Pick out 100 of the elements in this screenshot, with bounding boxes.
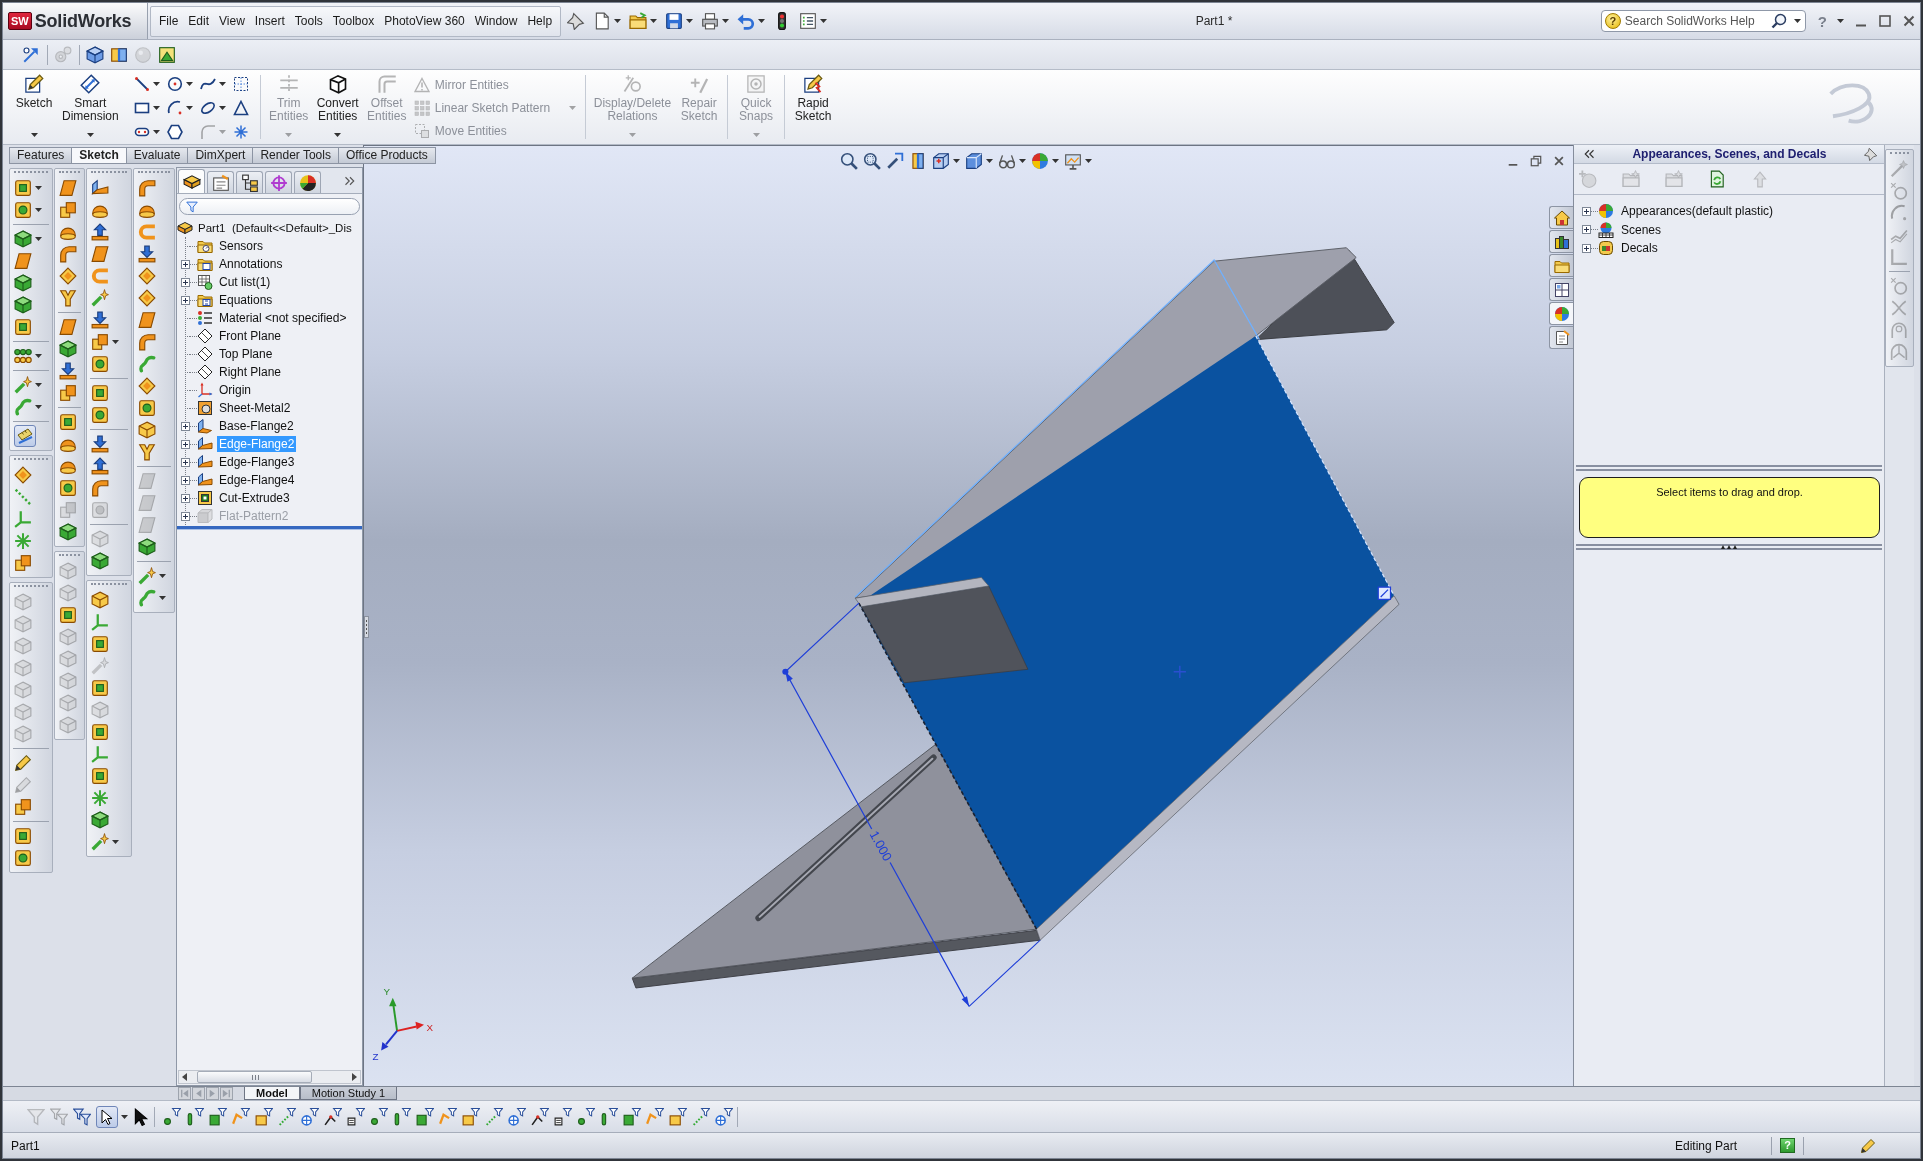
tree-item[interactable]: Base-Flange2 — [217, 418, 296, 434]
caret-icon[interactable] — [35, 354, 42, 358]
tree-item[interactable]: Scenes — [1619, 221, 1664, 238]
stacked-blocks-icon[interactable] — [14, 554, 32, 572]
bend-icon[interactable] — [138, 333, 156, 351]
tree-item[interactable]: Top Plane — [217, 346, 275, 362]
command-button[interactable]: Sketch — [11, 72, 57, 140]
caret-icon[interactable] — [112, 340, 119, 344]
pushpin-icon[interactable] — [567, 12, 586, 30]
double-chevron-right-icon[interactable] — [344, 174, 356, 187]
prism-icon[interactable] — [14, 230, 32, 248]
splitter-handle-icon[interactable] — [364, 616, 369, 638]
caret-icon[interactable] — [758, 19, 766, 23]
tree-item[interactable]: Origin — [217, 382, 253, 398]
sparkle-icon[interactable] — [91, 833, 109, 851]
menu-item[interactable]: PhotoView 360 — [379, 11, 470, 31]
menu-item[interactable]: Help — [522, 11, 558, 31]
pointer-icon[interactable] — [132, 1107, 150, 1126]
panel-tab[interactable] — [178, 169, 205, 193]
section-view-icon[interactable] — [110, 45, 128, 64]
command-tab[interactable]: DimXpert — [187, 147, 254, 164]
pencil-icon[interactable] — [1860, 1137, 1876, 1154]
caret-icon[interactable] — [35, 186, 42, 190]
feature-block-icon[interactable] — [91, 679, 109, 697]
task-pane-tab[interactable] — [1549, 206, 1573, 229]
feature-block-icon[interactable] — [91, 635, 109, 653]
horizontal-scrollbar[interactable] — [178, 1070, 361, 1084]
axes-icon[interactable] — [91, 613, 109, 631]
command-tab[interactable]: Office Products — [337, 147, 436, 164]
expand-icon[interactable] — [181, 295, 190, 305]
close-icon[interactable] — [1553, 155, 1565, 167]
caret-icon[interactable] — [650, 19, 658, 23]
feature-block-icon[interactable] — [14, 827, 32, 845]
selection-filter-icon[interactable] — [370, 1107, 388, 1126]
tree-item[interactable]: Equations — [217, 292, 275, 308]
diamond-icon[interactable] — [138, 377, 156, 395]
sparkle-icon[interactable] — [138, 567, 156, 585]
undo-icon[interactable] — [737, 12, 756, 30]
zoom-icon[interactable] — [840, 152, 858, 170]
stacked-blocks-icon[interactable] — [59, 201, 77, 219]
prism-icon[interactable] — [59, 523, 77, 541]
feature-block-icon[interactable] — [59, 606, 77, 624]
expand-icon[interactable] — [181, 259, 190, 269]
scrollbar-thumb[interactable] — [197, 1071, 312, 1083]
selection-filter-icon[interactable] — [462, 1107, 480, 1126]
toolbar-grip[interactable] — [1890, 152, 1909, 157]
menu-item[interactable]: Edit — [183, 11, 215, 31]
feature-block-icon[interactable] — [91, 767, 109, 785]
filter-field[interactable] — [179, 198, 360, 215]
stacked-blocks-icon[interactable] — [59, 384, 77, 402]
toolbar-grip[interactable] — [59, 554, 80, 559]
expand-icon[interactable] — [181, 457, 190, 467]
tree-item[interactable]: Cut-Extrude3 — [217, 490, 292, 506]
ring-icon[interactable] — [14, 201, 32, 219]
tree-item[interactable]: Part1 (Default<<Default>_Dis — [197, 220, 353, 236]
up-arrow-icon[interactable] — [91, 457, 109, 475]
feature-block-icon[interactable] — [91, 384, 109, 402]
up-arrow-icon[interactable] — [91, 223, 109, 241]
tree-item[interactable]: Front Plane — [217, 328, 284, 344]
task-pane-tab[interactable] — [1549, 278, 1573, 301]
command-tab[interactable]: Render Tools — [252, 147, 339, 164]
search-icon[interactable] — [1770, 13, 1787, 29]
splitter-grip-icon[interactable] — [1721, 545, 1737, 549]
caret-icon[interactable] — [185, 105, 193, 110]
triangle-icon[interactable] — [232, 99, 249, 116]
ring-icon[interactable] — [59, 479, 77, 497]
selection-filter-icon[interactable] — [416, 1107, 434, 1126]
expand-icon[interactable] — [1582, 243, 1591, 253]
menu-item[interactable]: Toolbox — [327, 11, 380, 31]
cube-icon[interactable] — [91, 591, 109, 609]
new-document-icon[interactable] — [593, 12, 612, 30]
diamond-icon[interactable] — [59, 267, 77, 285]
color-ball-icon[interactable] — [1031, 152, 1049, 170]
ring-icon[interactable] — [14, 849, 32, 867]
view-cube-icon[interactable] — [932, 152, 950, 170]
menu-item[interactable]: Window — [469, 11, 523, 31]
caret-icon[interactable] — [218, 81, 226, 86]
selection-filter-icon[interactable] — [232, 1107, 250, 1126]
tree-item[interactable]: Decals — [1619, 240, 1660, 257]
prism-icon[interactable] — [14, 274, 32, 292]
restore-icon[interactable] — [1530, 155, 1542, 167]
selection-filter-icon[interactable] — [577, 1107, 595, 1126]
selection-filter-icon[interactable] — [715, 1107, 733, 1126]
bend-icon[interactable] — [138, 179, 156, 197]
task-pane-tab[interactable] — [1549, 302, 1573, 325]
toolbar-grip[interactable] — [91, 583, 127, 588]
monitor-icon[interactable] — [1064, 152, 1082, 170]
caret-icon[interactable] — [35, 405, 42, 409]
ruler-icon[interactable] — [14, 425, 36, 447]
expand-icon[interactable] — [181, 493, 190, 503]
maximize-icon[interactable] — [1878, 14, 1892, 28]
tree-item[interactable]: Edge-Flange3 — [217, 454, 297, 470]
caret-icon[interactable] — [35, 208, 42, 212]
sheet-icon[interactable] — [138, 311, 156, 329]
selection-filter-icon[interactable] — [163, 1107, 181, 1126]
caret-icon[interactable] — [35, 237, 42, 241]
selection-filter-icon[interactable] — [485, 1107, 503, 1126]
dot-grid-icon[interactable] — [14, 347, 32, 365]
toolbar-grip[interactable] — [14, 171, 48, 176]
tree-item[interactable]: Sheet-Metal2 — [217, 400, 293, 416]
